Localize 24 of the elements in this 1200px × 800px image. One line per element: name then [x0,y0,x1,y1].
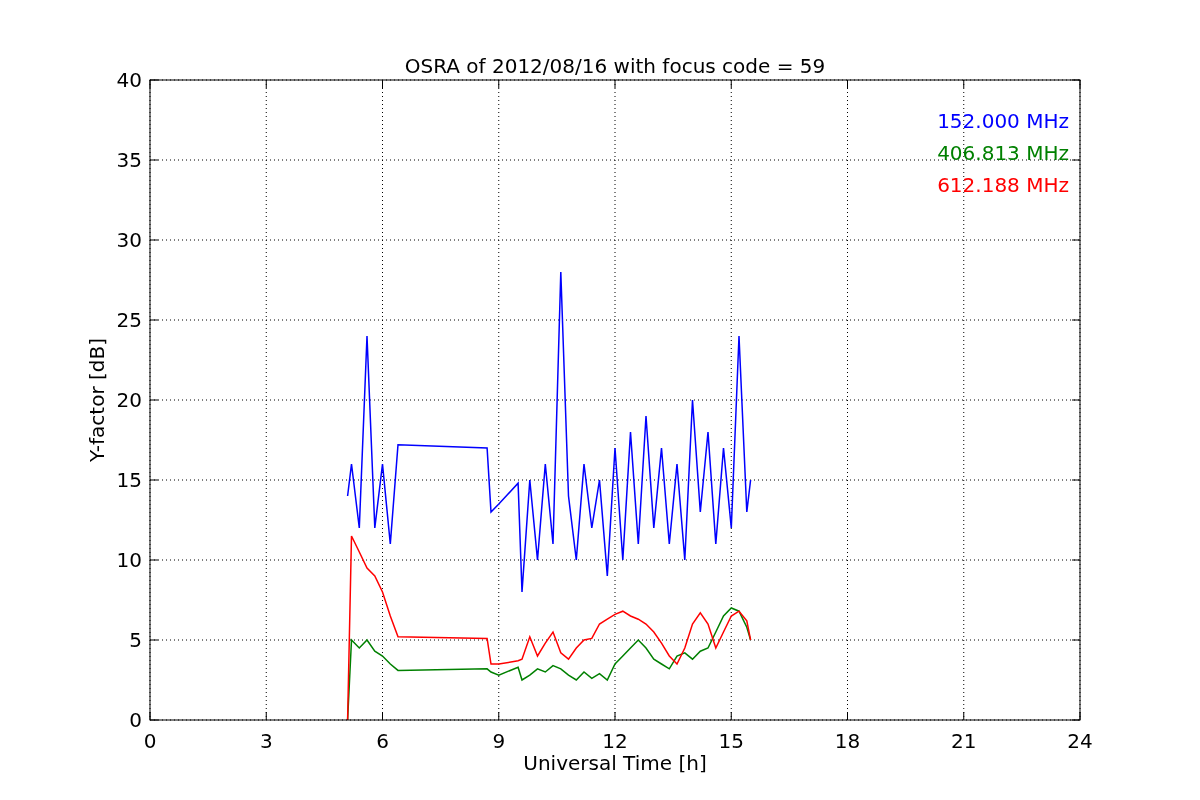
y-tick-label: 40 [116,68,142,92]
y-axis-label: Y-factor [dB] [85,338,109,462]
y-tick-label: 20 [116,388,142,412]
x-axis-label: Universal Time [h] [523,751,707,775]
y-tick-label: 10 [116,548,142,572]
x-tick-label: 12 [602,729,628,753]
x-tick-label: 9 [492,729,506,753]
x-tick-label: 15 [718,729,744,753]
x-tick-label: 6 [376,729,389,753]
y-tick-label: 15 [116,468,142,492]
x-tick-label: 18 [834,729,861,753]
y-tick-label: 5 [129,628,142,652]
x-tick-label: 21 [951,729,977,753]
y-tick-label: 35 [116,148,142,172]
legend-label: 152.000 MHz [937,109,1069,133]
legend-label: 612.188 MHz [937,173,1069,197]
y-tick-label: 0 [129,708,142,732]
chart-title: OSRA of 2012/08/16 with focus code = 59 [404,54,826,78]
x-tick-label: 0 [143,729,157,753]
x-tick-label: 3 [259,729,273,753]
y-tick-label: 30 [116,228,142,252]
y-tick-label: 25 [116,308,142,332]
legend-label: 406.813 MHz [937,141,1069,165]
x-tick-label: 24 [1067,729,1093,753]
